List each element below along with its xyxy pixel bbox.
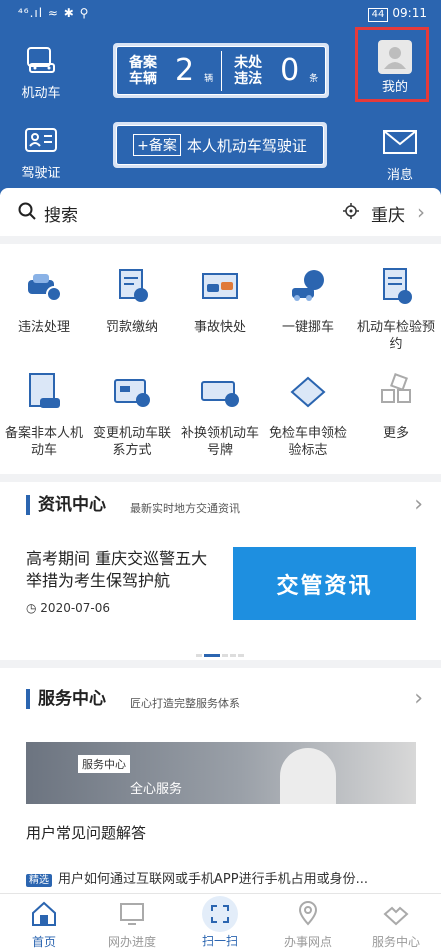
divider	[221, 50, 223, 91]
service-label: 补换领机动车号牌	[180, 426, 259, 458]
move-car-icon	[292, 270, 324, 301]
register-license-button[interactable]: +备案 本人机动车驾驶证	[113, 122, 327, 168]
city-selector[interactable]: 重庆	[371, 201, 405, 226]
service-label: 机动车检验预约	[356, 320, 435, 352]
divider	[0, 474, 441, 482]
register-prefix: +备案	[133, 134, 181, 156]
divider	[0, 660, 441, 668]
featured-badge: 精选	[26, 874, 52, 887]
signal-status: ⁴⁶.ıl ≈ ✱ ⚲	[18, 6, 90, 20]
divider	[0, 236, 441, 244]
tab-bar: 首页 网办进度 扫一扫 办事网点 服务中心	[0, 893, 441, 951]
service-fine-payment[interactable]: 罚款缴纳	[88, 266, 176, 336]
tab-scan[interactable]: 扫一扫	[176, 894, 264, 949]
scan-icon	[202, 896, 238, 932]
tab-locations[interactable]: 办事网点	[264, 894, 352, 950]
messages-button[interactable]: 消息	[375, 122, 425, 183]
registered-vehicles-count: 2	[175, 53, 195, 88]
service-label: 备案非本人机动车	[4, 426, 83, 458]
violations-unit: 条	[309, 74, 319, 84]
status-right: 44 09:11	[367, 6, 427, 22]
service-label: 免检车申领检验标志	[268, 426, 347, 458]
operator-image	[280, 748, 336, 804]
service-more[interactable]: 更多	[352, 372, 440, 442]
highlight-box	[355, 27, 429, 102]
vehicle-summary-plate[interactable]: 备案车辆 2 辆 未处违法 0 条	[113, 43, 329, 98]
service-label: 违法处理	[17, 320, 70, 335]
service-accident[interactable]: 事故快处	[176, 266, 264, 336]
search-icon	[18, 202, 36, 220]
accident-icon	[202, 273, 238, 299]
tab-progress[interactable]: 网办进度	[88, 894, 176, 950]
news-image[interactable]: 交管资讯	[233, 547, 416, 620]
news-date: ◷ 2020-07-06	[26, 601, 111, 615]
progress-icon	[120, 903, 144, 925]
faq-item[interactable]: 精选 用户如何通过互联网或手机APP进行手机占用或身份...	[26, 868, 426, 887]
status-bar: ⁴⁶.ıl ≈ ✱ ⚲ 44 09:11	[0, 0, 441, 28]
service-banner[interactable]: 服务中心 全心服务	[26, 742, 416, 804]
service-label: 罚款缴纳	[105, 320, 158, 335]
location-icon	[298, 901, 318, 926]
more-icon	[381, 373, 411, 403]
banner-tag: 服务中心	[78, 755, 130, 773]
tab-home[interactable]: 首页	[0, 894, 88, 950]
faq-title: 用户常见问题解答	[26, 824, 147, 842]
service-violation[interactable]: 违法处理	[0, 266, 88, 336]
carousel-dots	[196, 642, 246, 661]
service-change-contact[interactable]: 变更机动车联系方式	[88, 372, 176, 459]
service-plate-replace[interactable]: 补换领机动车号牌	[176, 372, 264, 459]
service-section-title: 服务中心	[26, 689, 106, 709]
service-label: 变更机动车联系方式	[92, 426, 171, 458]
news-section-title: 资讯中心	[26, 495, 106, 515]
service-section-subtitle: 匠心打造完整服务体系	[130, 697, 240, 710]
car-icon	[21, 40, 61, 80]
register-vehicle-icon	[29, 373, 60, 408]
search-bar[interactable]: 搜索 重庆 ›	[0, 188, 441, 236]
inspection-booking-icon	[383, 268, 412, 304]
fine-payment-icon	[119, 269, 148, 302]
news-section-subtitle: 最新实时地方交通资讯	[130, 502, 240, 515]
messages-label: 消息	[386, 168, 413, 183]
clock: 09:11	[392, 6, 427, 20]
tab-service-center[interactable]: 服务中心	[352, 894, 440, 950]
change-contact-icon	[114, 379, 150, 407]
registered-vehicles-label: 备案车辆	[129, 54, 157, 87]
chevron-right-icon[interactable]: ›	[414, 492, 423, 517]
exempt-sign-icon	[290, 376, 326, 408]
service-label: 更多	[382, 426, 409, 441]
service-move-car[interactable]: 一键挪车	[264, 266, 352, 336]
plate-replace-icon	[201, 381, 239, 407]
chevron-right-icon[interactable]: ›	[414, 686, 423, 711]
search-label: 搜索	[44, 206, 78, 226]
register-license-text: 本人机动车驾驶证	[186, 136, 307, 155]
banner-text: 全心服务	[130, 782, 183, 797]
license-button[interactable]: 驾驶证	[16, 120, 66, 181]
mail-icon	[380, 122, 420, 162]
service-icon	[383, 906, 409, 926]
service-label: 一键挪车	[281, 320, 334, 335]
service-label: 事故快处	[193, 320, 246, 335]
violations-count: 0	[280, 53, 300, 88]
chevron-right-icon: ›	[417, 200, 425, 224]
license-label: 驾驶证	[21, 166, 61, 181]
service-exempt-sign[interactable]: 免检车申领检验标志	[264, 372, 352, 459]
vehicle-label: 机动车	[21, 86, 61, 101]
location-target-icon	[343, 203, 359, 219]
service-register-vehicle[interactable]: 备案非本人机动车	[0, 372, 88, 459]
violations-label: 未处违法	[234, 54, 263, 87]
registered-vehicles-unit: 辆	[204, 74, 214, 84]
battery-icon: 44	[367, 8, 389, 22]
service-inspection-booking[interactable]: 机动车检验预约	[352, 266, 440, 353]
id-card-icon	[21, 120, 61, 160]
services-grid: 违法处理 罚款缴纳 事故快处 一键挪车 机动车检验预约 备案非本人机动车 变更机…	[0, 244, 441, 474]
vehicle-button[interactable]: 机动车	[16, 40, 66, 101]
home-icon	[32, 901, 56, 926]
clock-icon: ◷	[26, 601, 41, 615]
car-violation-icon	[28, 274, 62, 302]
news-headline[interactable]: 高考期间 重庆交巡警五大举措为考生保驾护航	[26, 548, 221, 592]
